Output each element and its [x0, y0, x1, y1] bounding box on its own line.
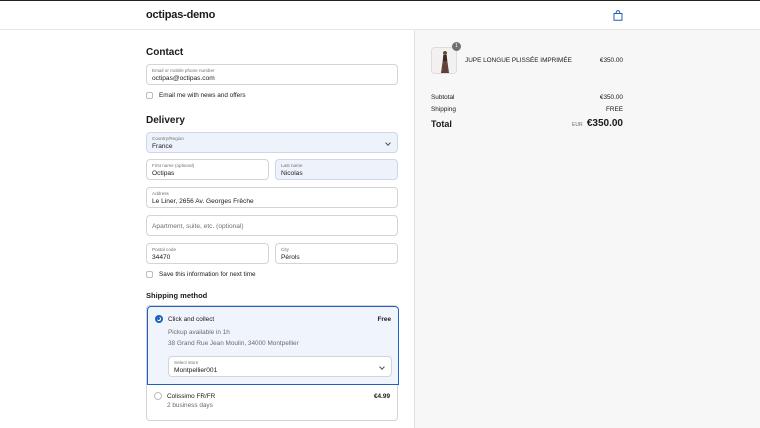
- shipping-value: FREE: [605, 106, 623, 113]
- city-label: City: [281, 247, 289, 252]
- address-value[interactable]: Le Liner, 2656 Av. Georges Frêche: [152, 198, 254, 205]
- store-select-value: Montpellier001: [174, 367, 218, 374]
- apartment-field[interactable]: Apartment, suite, etc. (optional): [146, 215, 398, 236]
- first-name-value[interactable]: Octipas: [152, 170, 174, 177]
- email-field-label: Email or mobile phone number: [152, 68, 215, 73]
- total-label: Total: [431, 119, 452, 129]
- store-select-label: Select store: [174, 360, 199, 365]
- colissimo-radio[interactable]: [154, 392, 162, 400]
- product-thumbnail: [431, 47, 457, 74]
- order-summary-panel: [415, 30, 760, 428]
- shopping-bag-icon[interactable]: [613, 10, 623, 21]
- total-value: €350.00: [586, 118, 623, 129]
- email-field[interactable]: Email or mobile phone number octipas@oct…: [146, 64, 398, 85]
- shipping-label: Shipping: [431, 106, 456, 113]
- skirt-product-image: [432, 48, 456, 73]
- currency-code: EUR: [572, 122, 583, 128]
- contact-heading: Contact: [146, 47, 184, 58]
- newsletter-checkbox-row[interactable]: Email me with news and offers: [146, 92, 246, 99]
- city-field[interactable]: City Pérols: [275, 243, 398, 264]
- address-field[interactable]: Address Le Liner, 2656 Av. Georges Frêch…: [146, 187, 398, 208]
- chevron-down-icon: [385, 140, 391, 146]
- country-select[interactable]: Country/Region France: [146, 132, 398, 153]
- postal-code-label: Postal code: [152, 247, 177, 252]
- save-info-label: Save this information for next time: [159, 271, 256, 278]
- colissimo-delivery-time: 2 business days: [167, 402, 213, 409]
- pickup-availability: Pickup available in 1h: [168, 329, 230, 336]
- newsletter-label: Email me with news and offers: [159, 92, 246, 99]
- newsletter-checkbox[interactable]: [146, 92, 153, 99]
- postal-code-field[interactable]: Postal code 34470: [146, 243, 269, 264]
- click-collect-price: Free: [377, 316, 392, 323]
- postal-code-value[interactable]: 34470: [152, 254, 170, 261]
- address-label: Address: [152, 191, 169, 196]
- top-header: octipas-demo: [0, 0, 760, 30]
- first-name-label: First name (optional): [152, 163, 195, 168]
- chevron-down-icon: [379, 364, 385, 370]
- country-value: France: [152, 143, 173, 150]
- column-divider: [414, 30, 415, 428]
- country-label: Country/Region: [152, 136, 184, 141]
- store-select[interactable]: Select store Montpellier001: [168, 356, 392, 377]
- quantity-badge: 1: [452, 42, 461, 51]
- product-price: €350.00: [599, 57, 623, 64]
- shipping-options: Click and collect Free Pickup available …: [146, 305, 399, 421]
- last-name-field[interactable]: Last name Nicolas: [275, 159, 398, 180]
- store-logo[interactable]: octipas-demo: [146, 9, 215, 21]
- delivery-heading: Delivery: [146, 115, 185, 126]
- first-name-field[interactable]: First name (optional) Octipas: [146, 159, 269, 180]
- save-info-checkbox[interactable]: [146, 271, 153, 278]
- shipping-method-heading: Shipping method: [146, 291, 208, 300]
- last-name-label: Last name: [281, 163, 303, 168]
- shipping-option-click-collect[interactable]: Click and collect Free Pickup available …: [147, 306, 399, 385]
- pickup-address: 38 Grand Rue Jean Moulin, 34000 Montpell…: [168, 340, 299, 347]
- colissimo-name[interactable]: Colissimo FR/FR: [167, 393, 215, 400]
- save-info-checkbox-row[interactable]: Save this information for next time: [146, 271, 256, 278]
- subtotal-value: €350.00: [599, 94, 623, 101]
- city-value[interactable]: Pérols: [281, 254, 300, 261]
- apartment-placeholder: Apartment, suite, etc. (optional): [152, 223, 244, 230]
- colissimo-price: €4.99: [374, 393, 390, 400]
- product-name: JUPE LONGUE PLISSÉE IMPRIMÉE: [465, 57, 572, 64]
- click-collect-radio[interactable]: [155, 315, 163, 323]
- click-collect-name: Click and collect: [168, 316, 215, 323]
- last-name-value[interactable]: Nicolas: [281, 170, 303, 177]
- subtotal-label: Subtotal: [431, 94, 455, 101]
- email-field-value[interactable]: octipas@octipas.com: [152, 75, 215, 82]
